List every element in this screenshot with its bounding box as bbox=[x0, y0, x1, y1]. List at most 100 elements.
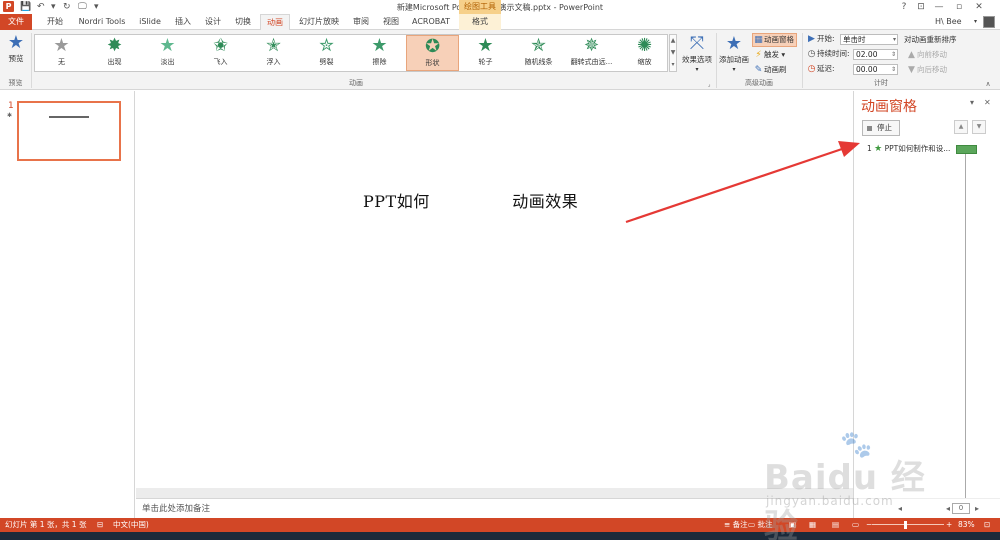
gallery-more-icon[interactable]: ▾ bbox=[670, 59, 676, 71]
gallery-up-icon[interactable]: ▲ bbox=[670, 35, 676, 47]
animation-gallery-item[interactable]: ★ 轮子 bbox=[459, 35, 512, 71]
animation-gallery-item[interactable]: ✵ 翻转式由远... bbox=[565, 35, 618, 71]
pane-options-dropdown-icon[interactable]: ▾ bbox=[970, 98, 974, 107]
user-name[interactable]: H\ Bee bbox=[935, 14, 962, 30]
tab-home[interactable]: 开始 bbox=[42, 14, 68, 30]
animation-gallery-item[interactable]: ✬ 飞入 bbox=[194, 35, 247, 71]
animation-gallery-item[interactable]: ★ 擦除 bbox=[353, 35, 406, 71]
restore-button[interactable]: ▫ bbox=[953, 1, 965, 13]
slide-title-textbox[interactable]: PPT如何制作和设置动画效果 bbox=[363, 188, 578, 212]
animation-star-icon: ✮ bbox=[318, 35, 335, 56]
reading-view-icon[interactable]: ▤ bbox=[832, 518, 839, 532]
zoom-out-button[interactable]: − bbox=[866, 518, 872, 532]
animation-pane: 动画窗格 ▾ ✕ 停止 ▲ ▼ 1 ★ PPT如何制作和设... ◂ ◂ 0 ▸ bbox=[853, 91, 1000, 518]
tab-format[interactable]: 格式 bbox=[459, 14, 501, 30]
animation-gallery-item[interactable]: ★ 无 bbox=[35, 35, 88, 71]
zoom-in-timeline-icon[interactable]: ▸ bbox=[975, 499, 979, 519]
tab-file[interactable]: 文件 bbox=[0, 14, 32, 30]
animation-star-icon: ★ bbox=[477, 35, 494, 56]
pane-close-icon[interactable]: ✕ bbox=[984, 98, 991, 107]
tab-transitions[interactable]: 切换 bbox=[230, 14, 256, 30]
tab-view[interactable]: 视图 bbox=[378, 14, 404, 30]
animation-star-icon: ✬ bbox=[212, 35, 229, 56]
notes-toggle[interactable]: ≡ 备注 bbox=[724, 518, 748, 532]
slide-count-text: 幻灯片 第 1 张，共 1 张 bbox=[5, 520, 87, 529]
tab-nordri-tools[interactable]: Nordri Tools bbox=[72, 14, 132, 30]
timeline-zoom-box[interactable]: 0 bbox=[952, 503, 970, 514]
zoom-in-button[interactable]: + bbox=[946, 518, 952, 532]
slide-sorter-icon[interactable]: ▦ bbox=[809, 518, 816, 532]
animation-item-index: 1 bbox=[867, 144, 872, 153]
stop-button[interactable]: 停止 bbox=[862, 120, 900, 136]
move-earlier-button[interactable]: ▲ 向前移动 bbox=[906, 48, 947, 62]
comments-toggle[interactable]: ▭ 批注 bbox=[748, 518, 772, 532]
animation-gallery-item[interactable]: ✮ 劈裂 bbox=[300, 35, 353, 71]
tab-islide[interactable]: iSlide bbox=[136, 14, 164, 30]
zoom-level[interactable]: 83% bbox=[958, 518, 975, 532]
slide-canvas[interactable]: PPT如何制作和设置动画效果 bbox=[136, 91, 853, 488]
spellcheck-icon[interactable]: ⊟ bbox=[97, 518, 103, 532]
fit-slide-icon[interactable]: ⊡ bbox=[984, 518, 990, 532]
start-select-value: 单击时 bbox=[843, 35, 866, 44]
animation-gallery-item[interactable]: ✺ 缩放 bbox=[618, 35, 671, 71]
animation-painter-button[interactable]: ✎ 动画刷 bbox=[753, 63, 787, 77]
animation-gallery-label: 轮子 bbox=[478, 58, 493, 66]
tab-insert[interactable]: 插入 bbox=[170, 14, 196, 30]
minimize-button[interactable]: — bbox=[933, 1, 945, 13]
tab-design[interactable]: 设计 bbox=[200, 14, 226, 30]
animation-gallery-item[interactable]: ✸ 出现 bbox=[88, 35, 141, 71]
slide-thumbnail[interactable] bbox=[17, 101, 121, 161]
status-bar: 幻灯片 第 1 张，共 1 张 ⊟ 中文(中国) ≡ 备注 ▭ 批注 ▣ ▦ ▤… bbox=[0, 518, 1000, 532]
avatar[interactable] bbox=[983, 16, 995, 28]
animation-gallery: ★ 无 ✸ 出现 ★ 淡出 ✬ 飞入 ✭ 浮入 ✮ 劈裂 ★ 擦除 ✪ 形状 ★ 轮子 ✯ 随机线条 ✵ 翻转式由远...… bbox=[34, 34, 668, 72]
normal-view-icon[interactable]: ▣ bbox=[789, 518, 796, 532]
add-animation-label: 添加动画 bbox=[719, 55, 749, 64]
tab-review[interactable]: 审阅 bbox=[348, 14, 374, 30]
language-status[interactable]: 中文(中国) bbox=[113, 518, 149, 532]
start-select[interactable]: 单击时 ▾ bbox=[840, 34, 898, 45]
move-up-icon[interactable]: ▲ bbox=[954, 120, 968, 134]
notes-field[interactable]: 单击此处添加备注 bbox=[136, 498, 853, 518]
duration-spinner-icon: ⇕ bbox=[890, 51, 896, 58]
notes-toggle-label: 备注 bbox=[732, 520, 748, 529]
close-button[interactable]: ✕ bbox=[973, 1, 985, 13]
user-dropdown-icon[interactable]: ▾ bbox=[974, 14, 977, 30]
tab-acrobat[interactable]: ACROBAT bbox=[408, 14, 454, 30]
animation-gallery-item[interactable]: ✪ 形状 bbox=[406, 35, 459, 71]
ribbon-display-options-icon[interactable]: ⊡ bbox=[915, 1, 927, 13]
start-label: 开始: bbox=[817, 34, 835, 43]
start-label-row: ▶ 开始: bbox=[806, 33, 835, 45]
preview-button[interactable]: ★ 预览 bbox=[2, 33, 30, 73]
zoom-out-timeline-icon[interactable]: ◂ bbox=[946, 499, 950, 519]
animations-dialog-launcher-icon[interactable]: ⌟ bbox=[704, 81, 714, 88]
zoom-slider-thumb[interactable] bbox=[904, 521, 907, 529]
duration-input[interactable]: 02.00 ⇕ bbox=[853, 49, 898, 60]
group-divider bbox=[31, 33, 32, 88]
move-down-icon[interactable]: ▼ bbox=[972, 120, 986, 134]
trigger-button[interactable]: ⚡ 触发 ▾ bbox=[753, 48, 785, 62]
animation-timing-bar[interactable] bbox=[956, 145, 977, 154]
gallery-down-icon[interactable]: ▼ bbox=[670, 47, 676, 59]
collapse-ribbon-icon[interactable]: ∧ bbox=[982, 80, 994, 88]
delay-label-row: ◷ 延迟: bbox=[806, 63, 835, 75]
timeline-scroll-left-icon[interactable]: ◂ bbox=[898, 499, 902, 519]
slideshow-view-icon[interactable]: ▭ bbox=[852, 518, 859, 532]
tab-slideshow[interactable]: 幻灯片放映 bbox=[294, 14, 344, 30]
animation-pane-button[interactable]: ▦动画窗格 bbox=[752, 33, 797, 47]
zoom-slider[interactable] bbox=[872, 524, 944, 525]
help-button[interactable]: ? bbox=[898, 1, 910, 13]
animation-gallery-item[interactable]: ★ 淡出 bbox=[141, 35, 194, 71]
tab-animations[interactable]: 动画 bbox=[260, 14, 290, 31]
animation-list-item[interactable]: 1 ★ PPT如何制作和设... bbox=[867, 143, 950, 155]
add-animation-button[interactable]: ★ 添加动画 ▾ bbox=[717, 33, 751, 75]
effect-options-label: 效果选项 bbox=[682, 55, 712, 64]
effect-options-icon: ⤧ bbox=[689, 33, 705, 54]
gallery-scroll[interactable]: ▲ ▼ ▾ bbox=[669, 34, 677, 72]
effect-options-button[interactable]: ⤧ 效果选项 ▾ bbox=[679, 33, 715, 75]
animation-gallery-item[interactable]: ✯ 随机线条 bbox=[512, 35, 565, 71]
reorder-title: 对动画重新排序 bbox=[904, 35, 957, 44]
move-later-button[interactable]: ▼ 向后移动 bbox=[906, 63, 947, 77]
animation-gallery-label: 淡出 bbox=[160, 58, 175, 66]
delay-input[interactable]: 00.00 ⇕ bbox=[853, 64, 898, 75]
animation-gallery-item[interactable]: ✭ 浮入 bbox=[247, 35, 300, 71]
